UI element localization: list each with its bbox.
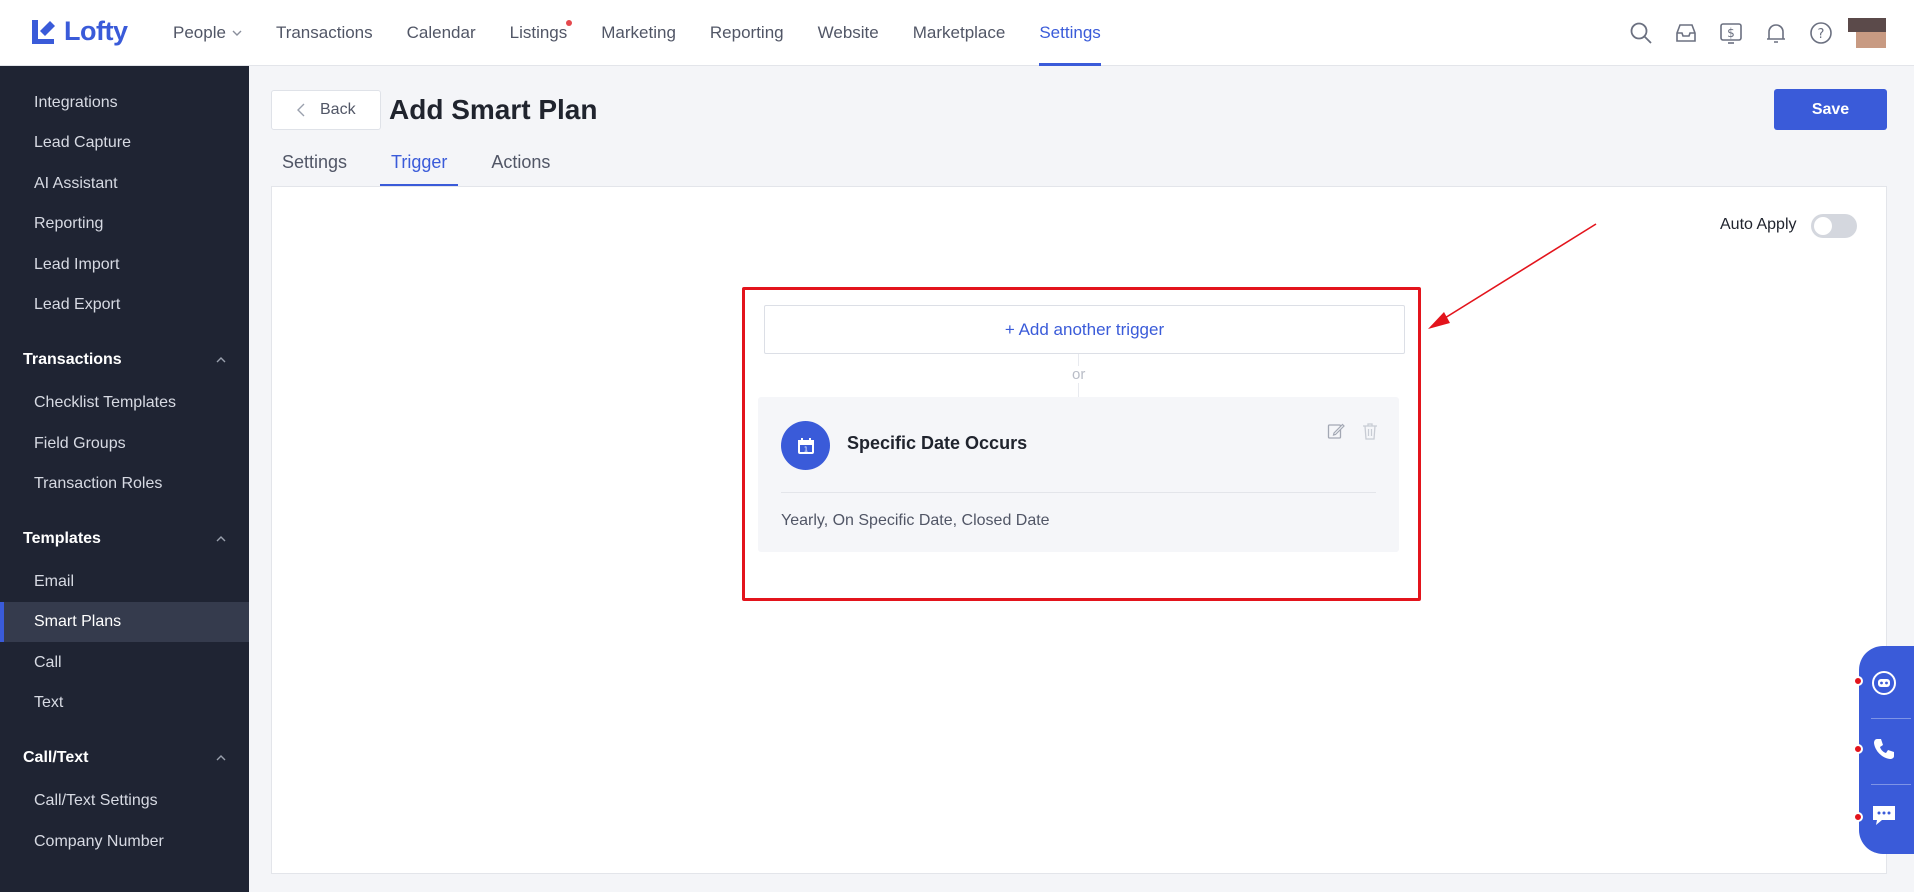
- sidebar-item-label: Integrations: [34, 94, 118, 111]
- sidebar-item-label: Field Groups: [34, 435, 126, 452]
- sidebar-item-reporting[interactable]: Reporting: [0, 204, 249, 244]
- auto-apply-label: Auto Apply: [1720, 216, 1797, 233]
- avatar[interactable]: [1848, 18, 1886, 48]
- sidebar-item-label: Reporting: [34, 215, 104, 232]
- notification-dot: [1853, 676, 1863, 686]
- sidebar-item-label: AI Assistant: [34, 175, 118, 192]
- tab-bar: Settings Trigger Actions: [271, 150, 583, 187]
- sidebar-item-smart-plans[interactable]: Smart Plans: [0, 602, 249, 642]
- toggle-knob: [1814, 217, 1832, 235]
- save-button[interactable]: Save: [1774, 89, 1887, 130]
- nav-reporting-label: Reporting: [709, 23, 784, 42]
- sidebar-item-label: Checklist Templates: [34, 394, 176, 411]
- top-nav: Lofty People Transactions Calendar Listi…: [0, 0, 1914, 66]
- nav-transactions[interactable]: Transactions: [259, 0, 390, 66]
- nav-people-label: People: [173, 23, 226, 42]
- floating-support-bar: [1853, 646, 1914, 854]
- nav-marketplace[interactable]: Marketplace: [896, 0, 1023, 66]
- chevron-up-icon: [216, 755, 226, 761]
- sidebar-group-call-text[interactable]: Call/Text: [0, 738, 249, 778]
- svg-text:$: $: [1727, 26, 1735, 40]
- phone-icon[interactable]: [1869, 734, 1899, 764]
- nav-people[interactable]: People: [156, 0, 259, 66]
- sidebar-item-lead-capture[interactable]: Lead Capture: [0, 123, 249, 163]
- sidebar-group-label: Templates: [23, 530, 101, 547]
- billing-icon[interactable]: $: [1716, 18, 1746, 48]
- sidebar-item-lead-import[interactable]: Lead Import: [0, 245, 249, 285]
- sidebar-item-field-groups[interactable]: Field Groups: [0, 424, 249, 464]
- lofty-logo-icon: [32, 19, 55, 44]
- nav-marketing-label: Marketing: [601, 23, 676, 42]
- chevron-left-icon: [297, 103, 305, 117]
- notification-dot: [1853, 744, 1863, 754]
- sidebar-item-label: Lead Export: [34, 296, 121, 313]
- notification-dot: [566, 20, 573, 26]
- bell-icon[interactable]: [1761, 18, 1791, 48]
- nav-transactions-label: Transactions: [275, 23, 373, 42]
- page-title: Add Smart Plan: [389, 94, 598, 125]
- sidebar-item-label: Call: [34, 654, 62, 671]
- sidebar-item-call[interactable]: Call: [0, 643, 249, 683]
- sidebar-item-text[interactable]: Text: [0, 683, 249, 723]
- nav-website[interactable]: Website: [801, 0, 896, 66]
- sidebar-group-templates[interactable]: Templates: [0, 519, 249, 559]
- nav-settings-label: Settings: [1039, 23, 1101, 42]
- nav-website-label: Website: [817, 23, 879, 42]
- help-icon[interactable]: ?: [1806, 18, 1836, 48]
- nav-listings-label: Listings: [509, 23, 568, 42]
- logo-text: Lofty: [64, 16, 128, 46]
- nav-calendar-label: Calendar: [406, 23, 476, 42]
- sidebar-item-transaction-roles[interactable]: Transaction Roles: [0, 464, 249, 504]
- sidebar-item-label: Company Number: [34, 833, 164, 850]
- sidebar-item-label: Email: [34, 573, 75, 590]
- chevron-down-icon: [232, 30, 242, 36]
- search-icon[interactable]: [1626, 18, 1656, 48]
- chat-bot-icon[interactable]: [1869, 668, 1899, 698]
- settings-sidebar: Integrations Lead Capture AI Assistant R…: [0, 66, 249, 892]
- sidebar-item-call-text-settings[interactable]: Call/Text Settings: [0, 781, 249, 821]
- tab-trigger[interactable]: Trigger: [380, 150, 459, 187]
- message-icon[interactable]: [1869, 800, 1899, 830]
- separator: [1871, 784, 1911, 785]
- inbox-icon[interactable]: [1671, 18, 1701, 48]
- nav-settings[interactable]: Settings: [1022, 0, 1117, 66]
- nav-listings[interactable]: Listings: [493, 0, 585, 66]
- notification-dot: [1853, 812, 1863, 822]
- separator: [1871, 718, 1911, 719]
- chevron-up-icon: [216, 536, 226, 542]
- back-button[interactable]: Back: [271, 90, 381, 130]
- sidebar-item-label: Transaction Roles: [34, 475, 163, 492]
- top-icons: $ ?: [1611, 18, 1886, 48]
- sidebar-item-email[interactable]: Email: [0, 562, 249, 602]
- sidebar-item-label: Smart Plans: [34, 613, 122, 630]
- sidebar-item-lead-export[interactable]: Lead Export: [0, 285, 249, 325]
- svg-text:?: ?: [1818, 27, 1825, 42]
- auto-apply-toggle[interactable]: [1811, 214, 1857, 238]
- sidebar-item-integrations[interactable]: Integrations: [0, 83, 249, 123]
- sidebar-group-transactions[interactable]: Transactions: [0, 340, 249, 380]
- sidebar-item-partial: [0, 66, 249, 76]
- annotation-highlight-box: [742, 287, 1421, 601]
- tab-settings[interactable]: Settings: [271, 150, 358, 187]
- sidebar-item-label: Call/Text Settings: [34, 792, 158, 809]
- tab-actions[interactable]: Actions: [480, 150, 561, 187]
- sidebar-group-label: Transactions: [23, 351, 122, 368]
- back-label: Back: [320, 101, 356, 118]
- nav-calendar[interactable]: Calendar: [390, 0, 493, 66]
- sidebar-item-ai-assistant[interactable]: AI Assistant: [0, 164, 249, 204]
- logo[interactable]: Lofty: [28, 16, 128, 47]
- annotation-arrow: [1428, 223, 1597, 329]
- sidebar-item-label: Lead Import: [34, 256, 120, 273]
- sidebar-item-label: Lead Capture: [34, 134, 131, 151]
- nav-marketing[interactable]: Marketing: [584, 0, 693, 66]
- sidebar-item-company-number[interactable]: Company Number: [0, 822, 249, 862]
- sidebar-item-label: Text: [34, 694, 64, 711]
- sidebar-group-label: Call/Text: [23, 749, 89, 766]
- chevron-up-icon: [216, 357, 226, 363]
- nav-reporting[interactable]: Reporting: [693, 0, 801, 66]
- nav-marketplace-label: Marketplace: [912, 23, 1006, 42]
- sidebar-item-checklist-templates[interactable]: Checklist Templates: [0, 383, 249, 423]
- main-nav: People Transactions Calendar Listings Ma…: [156, 0, 1118, 66]
